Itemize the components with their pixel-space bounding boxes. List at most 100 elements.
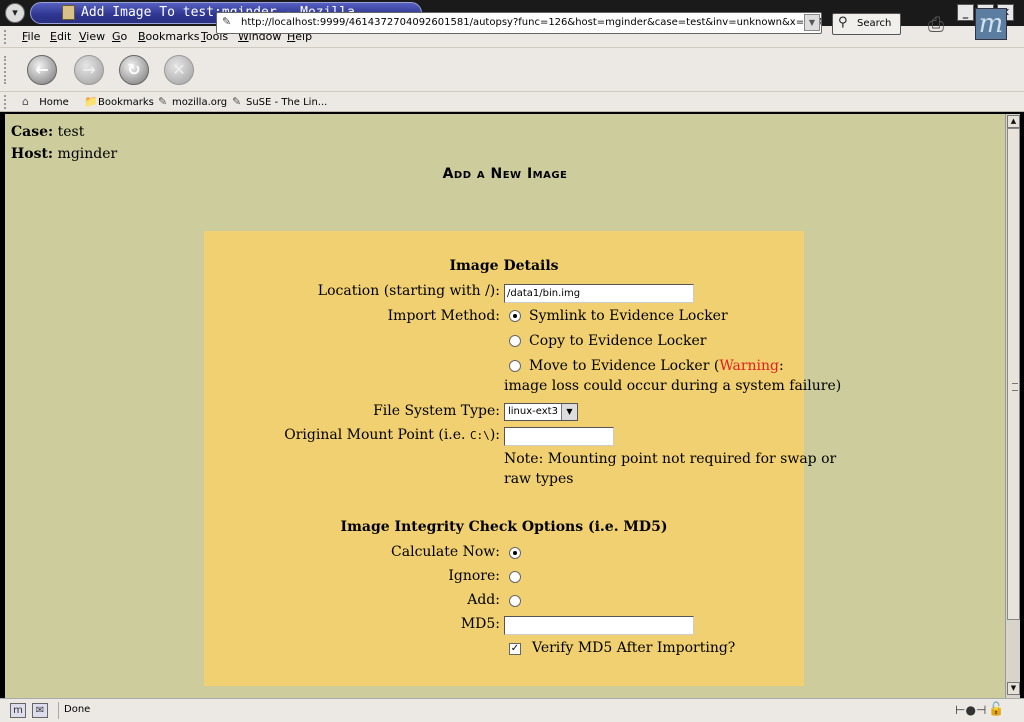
case-label: Case: <box>11 124 54 140</box>
home-label: Home <box>39 97 69 108</box>
add-image-form: Image Details Location (starting with /)… <box>204 231 841 686</box>
bookmark-icon: ✎ <box>232 95 242 108</box>
window-menu-button[interactable]: ▾ <box>5 3 25 23</box>
chevron-down-icon: ▼ <box>561 404 577 420</box>
document-icon <box>62 5 75 20</box>
stop-button[interactable]: ✕ <box>164 55 194 85</box>
add-radio[interactable] <box>509 595 521 607</box>
toolbar-grip[interactable] <box>4 56 12 84</box>
mount-note-line1: Note: Mounting point not required for sw… <box>504 451 837 467</box>
chevron-down-icon: ▼ <box>808 18 816 27</box>
scroll-down-button[interactable]: ▼ <box>1007 682 1020 695</box>
md5-label: MD5: <box>460 616 500 632</box>
forward-button[interactable]: → <box>74 55 104 85</box>
toolbar-grip[interactable] <box>4 95 12 109</box>
host-info: Host: mginder <box>11 146 117 162</box>
bookmark-label: SuSE - The Lin... <box>246 97 328 108</box>
import-copy-label: Copy to Evidence Locker <box>529 333 707 349</box>
mount-label-code: C:\ <box>469 429 490 442</box>
import-move-radio[interactable] <box>509 360 521 372</box>
ignore-radio[interactable] <box>509 571 521 583</box>
import-method-label: Import Method: <box>387 308 500 324</box>
warning-colon: : <box>779 358 784 374</box>
host-label: Host: <box>11 146 54 162</box>
status-text: Done <box>64 704 91 715</box>
arrow-up-icon: ▲ <box>1010 117 1017 125</box>
folder-icon: 📁 <box>84 95 98 108</box>
page-content: Case: test Host: mginder Add a New Image… <box>5 114 1005 698</box>
fs-type-label: File System Type: <box>373 403 500 419</box>
menu-edit[interactable]: Edit <box>50 30 71 43</box>
forward-arrow-icon: → <box>82 60 96 79</box>
bookmark-icon: ✎ <box>158 95 168 108</box>
home-icon: ⌂ <box>22 95 29 108</box>
import-copy-radio[interactable] <box>509 335 521 347</box>
toolbar-grip[interactable] <box>4 30 12 44</box>
reload-icon: ↻ <box>127 60 141 79</box>
mail-icon[interactable]: ✉ <box>32 703 48 718</box>
bookmark-label: mozilla.org <box>172 97 228 108</box>
bookmarks-label: Bookmarks <box>98 97 154 108</box>
fs-type-value: linux-ext3 <box>508 406 558 417</box>
case-value: test <box>57 124 85 140</box>
url-history-dropdown[interactable]: ▼ <box>804 14 820 31</box>
import-move-label: Move to Evidence Locker (Warning: <box>529 358 784 374</box>
fs-type-select[interactable]: linux-ext3 ▼ <box>504 403 578 421</box>
arrow-down-icon: ▼ <box>1010 684 1017 692</box>
host-value: mginder <box>57 146 118 162</box>
personal-toolbar: ⌂ Home 📁Bookmarks ✎ mozilla.org ✎ SuSE - T… <box>0 92 1024 112</box>
warning-detail: image loss could occur during a system f… <box>504 378 842 394</box>
url-input[interactable]: http://localhost:9999/461437270409260158… <box>216 12 822 34</box>
online-status-icon[interactable]: ⊢●⊣ <box>955 703 986 717</box>
search-icon: ⚲ <box>838 15 848 30</box>
checkmark-icon: ✓ <box>510 643 520 654</box>
bookmark-suse[interactable]: ✎ SuSE - The Lin... <box>232 95 327 110</box>
case-info: Case: test <box>11 124 84 140</box>
menu-view[interactable]: View <box>79 30 105 43</box>
mount-note-line2: raw types <box>504 471 574 487</box>
import-move-text: Move to Evidence Locker ( <box>529 358 720 374</box>
import-symlink-label: Symlink to Evidence Locker <box>529 308 728 324</box>
scroll-up-button[interactable]: ▲ <box>1007 115 1020 128</box>
verify-md5-label: Verify MD5 After Importing? <box>532 640 736 656</box>
location-label: Location (starting with /): <box>317 283 500 299</box>
mount-point-label: Original Mount Point (i.e. C:\): <box>204 427 500 443</box>
mount-label-text: Original Mount Point (i.e. <box>284 427 466 443</box>
import-symlink-radio[interactable] <box>509 310 521 322</box>
print-icon[interactable]: ⎙ <box>928 12 962 36</box>
integrity-heading: Image Integrity Check Options (i.e. MD5) <box>340 519 668 535</box>
location-input[interactable]: /data1/bin.img <box>504 284 694 303</box>
security-lock-icon[interactable]: 🔓 <box>988 702 1004 717</box>
back-arrow-icon: ← <box>35 60 49 79</box>
navigation-toolbar: ← → ↻ ✕ <box>0 48 1024 92</box>
md5-input[interactable] <box>504 616 694 635</box>
home-button[interactable]: ⌂ Home <box>22 95 69 110</box>
add-label: Add: <box>467 592 500 608</box>
ignore-label: Ignore: <box>448 568 500 584</box>
mozilla-icon[interactable]: m <box>10 703 26 718</box>
verify-md5-checkbox[interactable]: ✓ <box>509 643 521 655</box>
reload-button[interactable]: ↻ <box>119 55 149 85</box>
menu-bookmarks[interactable]: Bookmarks <box>138 30 199 43</box>
vertical-scrollbar[interactable]: ▲ ▼ <box>1005 114 1020 698</box>
back-button[interactable]: ← <box>27 55 57 85</box>
bookmarks-button[interactable]: 📁Bookmarks <box>84 95 154 110</box>
menu-go[interactable]: Go <box>112 30 127 43</box>
status-bar: m ✉ Done ⊢●⊣ 🔓 <box>0 698 1024 722</box>
mount-label-suffix: ): <box>489 427 500 443</box>
stop-icon: ✕ <box>172 60 186 79</box>
image-details-heading: Image Details <box>449 258 559 274</box>
mount-point-input[interactable] <box>504 427 614 446</box>
page-proxy-icon[interactable]: ✎ <box>222 15 236 29</box>
bookmark-mozilla-org[interactable]: ✎ mozilla.org <box>158 95 227 110</box>
mozilla-throbber[interactable]: m <box>975 8 1007 40</box>
calculate-now-label: Calculate Now: <box>391 544 500 560</box>
menu-file[interactable]: File <box>22 30 40 43</box>
search-button-label: Search <box>857 18 892 29</box>
scrollbar-thumb[interactable] <box>1007 128 1020 620</box>
page-title: Add a New Image <box>442 166 568 182</box>
status-divider <box>58 702 59 719</box>
warning-text: Warning <box>719 358 779 374</box>
calculate-now-radio[interactable] <box>509 547 521 559</box>
scrollbar-grip <box>1012 383 1018 391</box>
